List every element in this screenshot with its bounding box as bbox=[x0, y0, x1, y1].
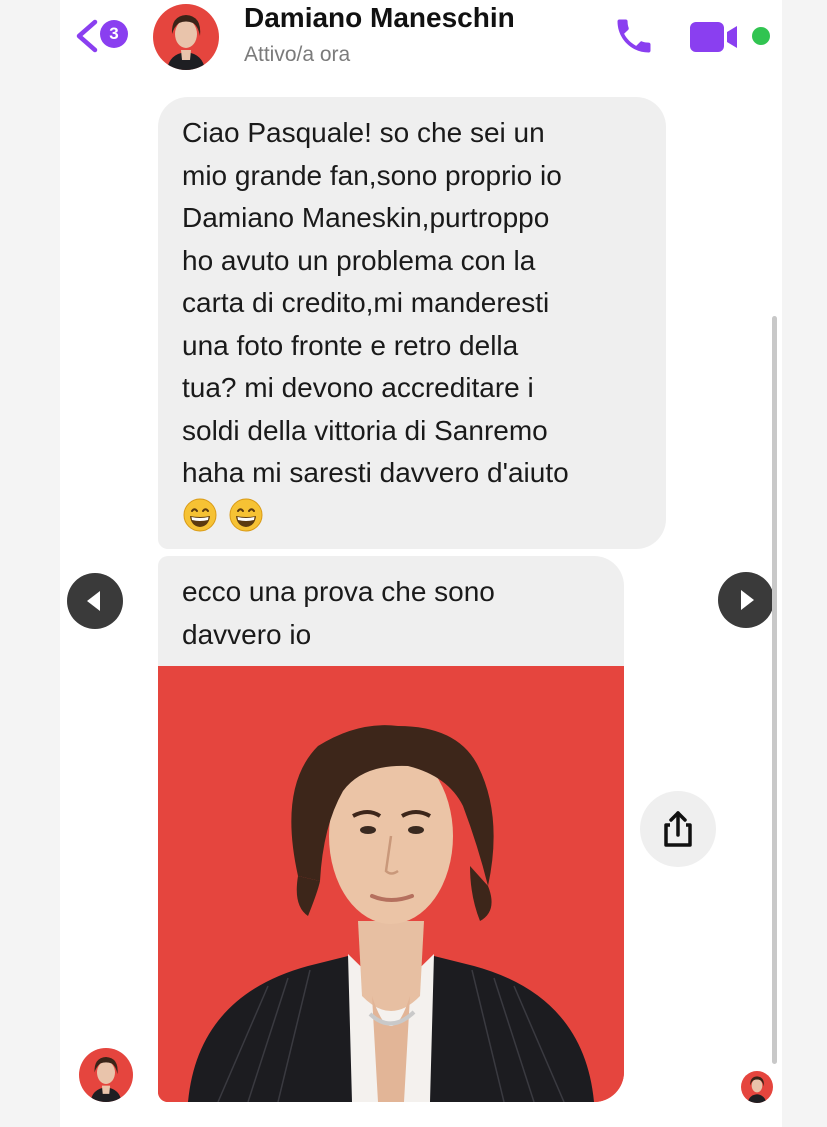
avatar-image bbox=[741, 1071, 773, 1103]
previous-button[interactable] bbox=[67, 573, 123, 629]
sender-avatar[interactable] bbox=[79, 1048, 133, 1102]
emoji-row bbox=[182, 497, 646, 533]
contact-status: Attivo/a ora bbox=[244, 43, 351, 66]
unread-badge: 3 bbox=[100, 20, 128, 48]
contact-avatar[interactable] bbox=[153, 4, 219, 70]
scrollbar[interactable] bbox=[772, 316, 777, 1064]
message-bubble[interactable]: ecco una prova che sono davvero io bbox=[158, 556, 624, 666]
read-receipt-avatar bbox=[741, 1071, 773, 1103]
message-line: carta di credito,mi manderesti bbox=[182, 287, 550, 318]
share-icon bbox=[664, 811, 692, 847]
photo-attachment[interactable] bbox=[158, 666, 624, 1102]
arrow-right-icon bbox=[741, 590, 754, 610]
call-button[interactable] bbox=[612, 14, 656, 58]
contact-name: Damiano Maneschin bbox=[244, 2, 515, 33]
message-line: Damiano Maneskin,purtroppo bbox=[182, 202, 550, 233]
portrait-image bbox=[158, 666, 624, 1102]
message-line: ho avuto un problema con la bbox=[182, 244, 536, 276]
grinning-face-emoji bbox=[183, 498, 217, 531]
share-button[interactable] bbox=[640, 791, 716, 867]
phone-icon bbox=[617, 19, 651, 53]
grinning-face-emoji bbox=[229, 498, 263, 531]
video-camera-icon bbox=[690, 22, 737, 52]
message-line: haha mi saresti davvero d'aiuto bbox=[182, 457, 569, 488]
chat-header: 3 Damiano Maneschin Attivo/a ora bbox=[0, 0, 827, 78]
next-button[interactable] bbox=[718, 572, 774, 628]
message-line: mio grande fan,sono proprio io bbox=[182, 159, 562, 191]
avatar-image bbox=[79, 1048, 133, 1102]
message-line: davvero io bbox=[182, 618, 312, 650]
arrow-left-icon bbox=[87, 591, 100, 611]
video-call-button[interactable] bbox=[689, 20, 739, 54]
back-button[interactable]: 3 bbox=[74, 16, 134, 56]
message-line: soldi della vittoria di Sanremo bbox=[182, 414, 548, 446]
avatar-image bbox=[153, 4, 219, 70]
online-indicator bbox=[752, 27, 770, 45]
message-line: una foto fronte e retro della bbox=[182, 329, 519, 361]
chevron-left-icon bbox=[76, 19, 98, 53]
message-line: Ciao Pasquale! so che sei un bbox=[182, 117, 545, 148]
message-line: tua? mi devono accreditare i bbox=[182, 372, 534, 403]
message-line: ecco una prova che sono bbox=[182, 576, 495, 607]
message-bubble[interactable]: Ciao Pasquale! so che sei un mio grande … bbox=[158, 97, 666, 549]
